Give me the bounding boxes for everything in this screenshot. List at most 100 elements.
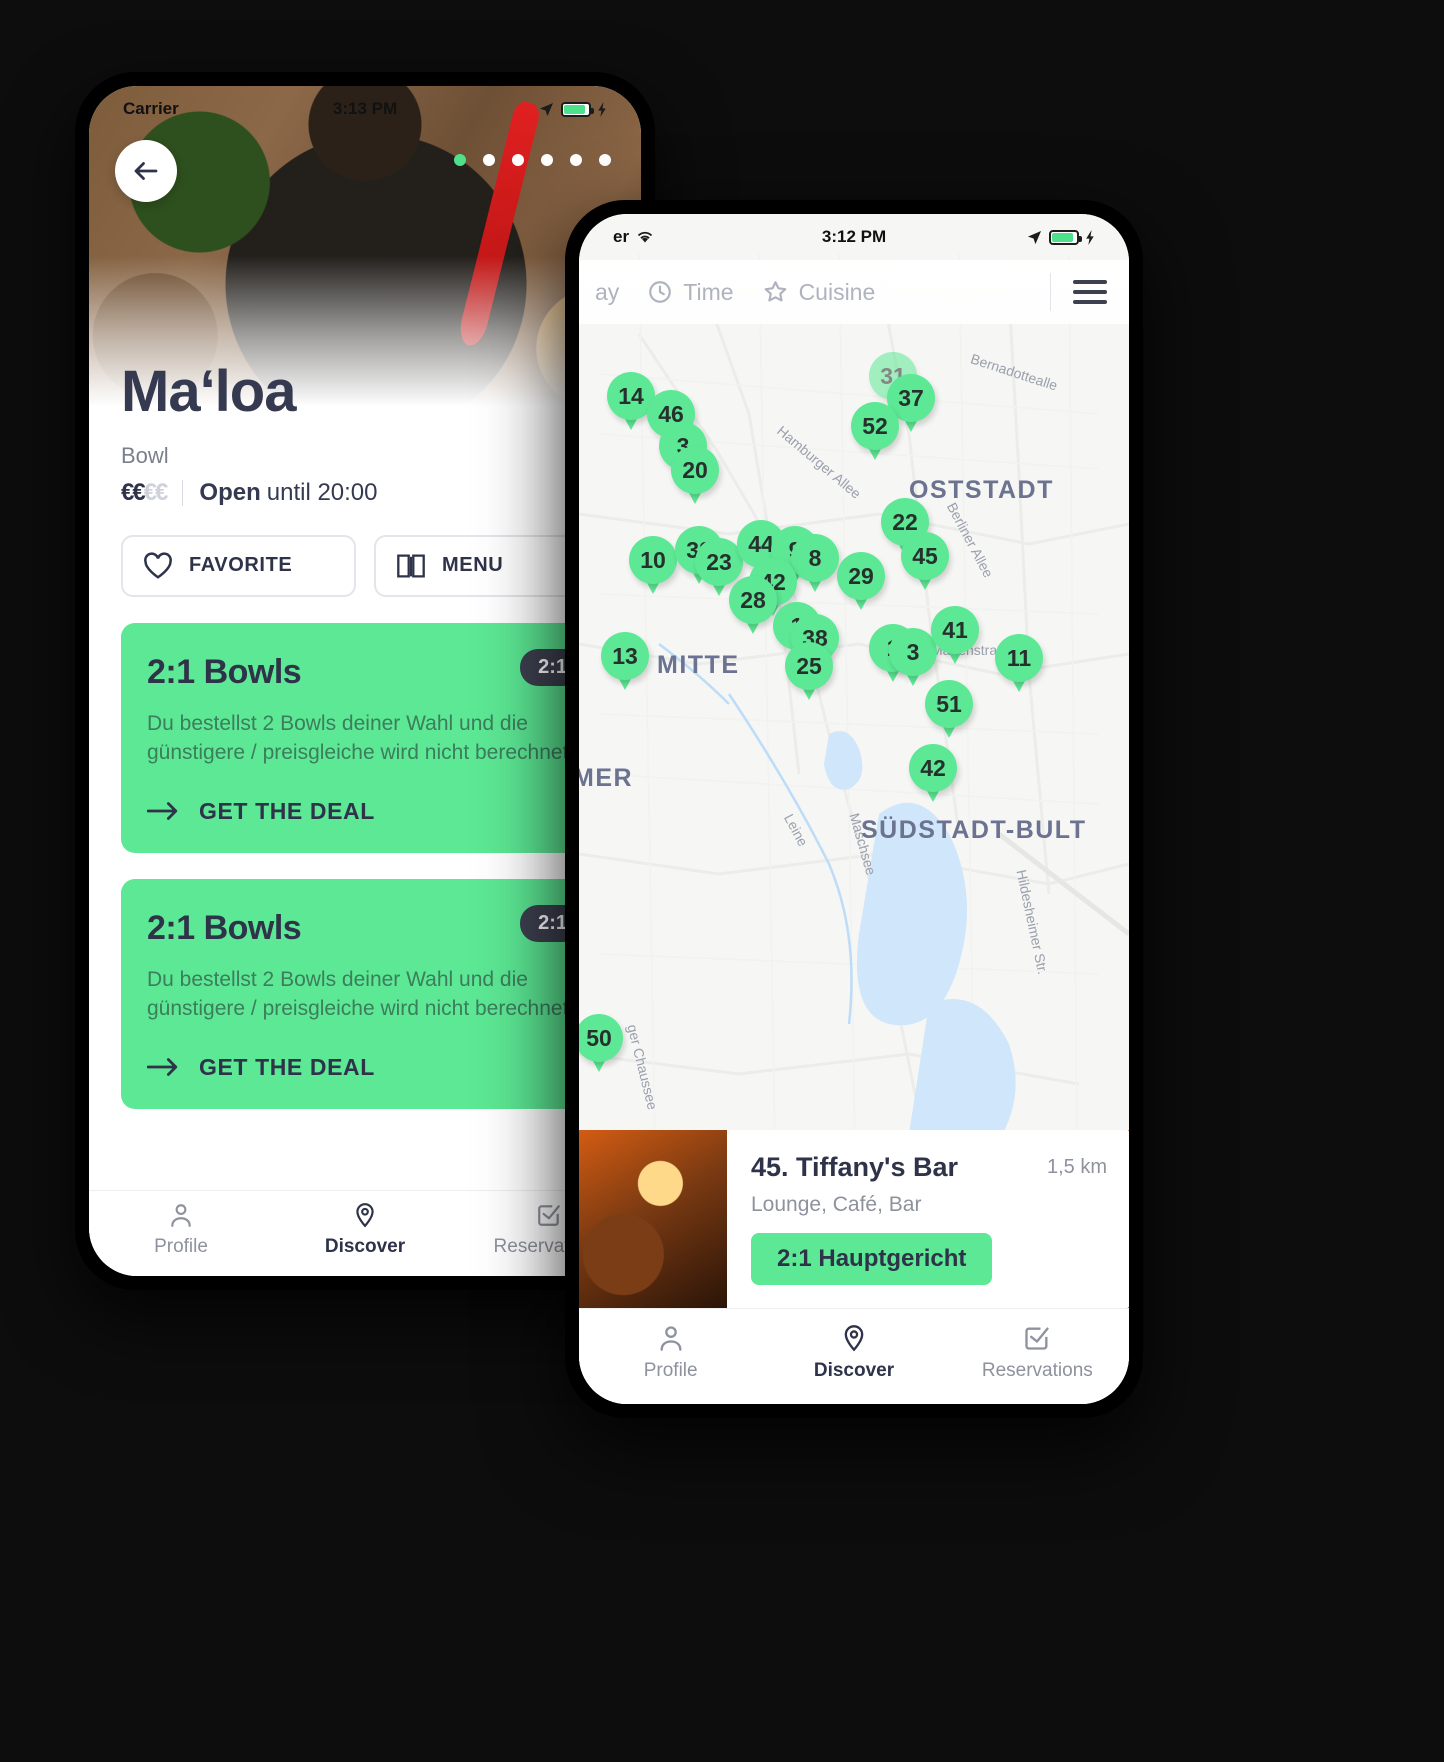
wifi-icon bbox=[637, 231, 653, 243]
phone-right-device: OSTSTADT MITTE SÜDSTADT-BULT MER Hamburg… bbox=[565, 200, 1143, 1418]
map-pin-label: 10 bbox=[629, 536, 677, 584]
map-pin[interactable]: 13 bbox=[601, 632, 649, 692]
map-pin-label: 25 bbox=[785, 642, 833, 690]
menu-label: MENU bbox=[442, 554, 504, 577]
map-label-oststadt: OSTSTADT bbox=[909, 476, 1054, 504]
phone-right-screen: OSTSTADT MITTE SÜDSTADT-BULT MER Hamburg… bbox=[579, 214, 1129, 1404]
status-time: 3:12 PM bbox=[821, 227, 887, 246]
screenshot-stage: Carrier 3:13 PM Ma‘loa Bowl €€ €€ Open u… bbox=[0, 0, 1444, 1762]
status-indicators bbox=[397, 101, 607, 117]
filter-cuisine[interactable]: Cuisine bbox=[762, 278, 876, 306]
tab-label-reservations: Reservations bbox=[981, 1359, 1093, 1381]
back-button[interactable] bbox=[115, 140, 177, 202]
place-thumbnail bbox=[579, 1130, 727, 1308]
map-pin-label: 42 bbox=[909, 744, 957, 792]
deal-card[interactable]: 2:1 Bowls 2:1 Du bestellst 2 Bowls deine… bbox=[121, 878, 609, 1109]
sidebar-item-profile[interactable]: Profile bbox=[89, 1202, 273, 1258]
meta-divider bbox=[182, 479, 184, 506]
deal-card[interactable]: 2:1 Bowls 2:1 Du bestellst 2 Bowls deine… bbox=[121, 622, 609, 853]
person-icon bbox=[171, 1203, 191, 1227]
map-pin-icon bbox=[844, 1324, 864, 1351]
price-level-empty: €€ bbox=[143, 478, 169, 506]
map-pin-label: 29 bbox=[837, 552, 885, 600]
restaurant-meta: €€ €€ Open until 20:00 bbox=[121, 479, 609, 507]
bolt-icon bbox=[598, 101, 606, 117]
get-the-deal-button[interactable]: GET THE DEAL bbox=[147, 1054, 583, 1081]
carousel-dot[interactable] bbox=[541, 154, 553, 166]
place-deal-badge[interactable]: 2:1 Hauptgericht bbox=[751, 1233, 993, 1285]
carousel-dot[interactable] bbox=[512, 154, 524, 166]
map-pin[interactable]: 50 bbox=[579, 1014, 623, 1074]
map-pin-label: 13 bbox=[601, 632, 649, 680]
tab-label-profile: Profile bbox=[643, 1359, 698, 1381]
map-pin[interactable]: 25 bbox=[785, 642, 833, 702]
carrier-label: er bbox=[613, 227, 630, 246]
restaurant-detail-panel: Ma‘loa Bowl €€ €€ Open until 20:00 FAVORI… bbox=[89, 359, 641, 1109]
get-the-deal-label: GET THE DEAL bbox=[199, 797, 375, 824]
tab-label-profile: Profile bbox=[154, 1235, 208, 1257]
deal-title: 2:1 Bowls bbox=[147, 652, 302, 691]
page-title: Ma‘loa bbox=[121, 359, 297, 424]
map-pin[interactable]: 10 bbox=[629, 536, 677, 596]
price-level-filled: €€ bbox=[121, 478, 146, 506]
checkbox-check-icon bbox=[1025, 1327, 1049, 1350]
map-pin[interactable]: 28 bbox=[729, 576, 777, 636]
carousel-dot[interactable] bbox=[570, 154, 582, 166]
favorite-button[interactable]: FAVORITE bbox=[121, 534, 356, 597]
map-pin[interactable]: 20 bbox=[671, 446, 719, 506]
filter-cuisine-label: Cuisine bbox=[798, 278, 876, 305]
map-pin[interactable]: 29 bbox=[837, 552, 885, 612]
arrow-left-icon bbox=[134, 162, 158, 180]
map-label-mer: MER bbox=[579, 764, 634, 792]
map-label-suedstadt-bult: SÜDSTADT-BULT bbox=[861, 816, 1087, 844]
map-pin[interactable]: 8 bbox=[791, 534, 839, 594]
clock-icon bbox=[649, 281, 672, 303]
sidebar-item-discover[interactable]: Discover bbox=[273, 1202, 457, 1258]
person-icon bbox=[660, 1325, 682, 1351]
open-hours: until 20:00 bbox=[266, 478, 378, 506]
map-pin[interactable]: 11 bbox=[995, 634, 1043, 694]
action-buttons-row: FAVORITE MENU bbox=[121, 534, 609, 597]
place-info: 45. Tiffany's Bar 1,5 km Lounge, Café, B… bbox=[727, 1130, 1129, 1308]
filter-day[interactable]: ay bbox=[595, 279, 619, 306]
map-pin-label: 28 bbox=[729, 576, 777, 624]
tab-label-discover: Discover bbox=[324, 1235, 406, 1257]
carrier-label: Carrier bbox=[123, 99, 179, 118]
map-pin-label: 52 bbox=[851, 402, 899, 450]
checkbox-check-icon bbox=[538, 1204, 560, 1226]
map-label-mitte: MITTE bbox=[657, 651, 740, 679]
star-icon bbox=[764, 281, 786, 302]
book-icon bbox=[397, 554, 425, 578]
arrow-right-icon bbox=[147, 1058, 178, 1077]
map-pin[interactable]: 41 bbox=[931, 606, 979, 666]
map-pin-label: 23 bbox=[695, 538, 743, 586]
map-pin[interactable]: 3 bbox=[889, 628, 937, 688]
location-arrow-icon bbox=[1027, 230, 1042, 244]
open-status-badge: Open bbox=[199, 478, 261, 506]
map-pin[interactable]: 42 bbox=[909, 744, 957, 804]
status-time: 3:13 PM bbox=[332, 99, 398, 118]
map-pin-label: 20 bbox=[671, 446, 719, 494]
get-the-deal-button[interactable]: GET THE DEAL bbox=[147, 798, 583, 825]
phone-left-screen: Carrier 3:13 PM Ma‘loa Bowl €€ €€ Open u… bbox=[89, 86, 641, 1276]
bolt-icon bbox=[1086, 229, 1094, 245]
status-carrier: Carrier bbox=[123, 99, 333, 119]
sidebar-item-profile[interactable]: Profile bbox=[579, 1324, 762, 1382]
sidebar-item-discover[interactable]: Discover bbox=[762, 1324, 945, 1382]
map-pin[interactable]: 45 bbox=[901, 532, 949, 592]
map-pin-icon bbox=[356, 1202, 374, 1227]
image-carousel-dots[interactable] bbox=[454, 154, 611, 166]
filter-time[interactable]: Time bbox=[647, 278, 734, 306]
selected-place-card[interactable]: 45. Tiffany's Bar 1,5 km Lounge, Café, B… bbox=[579, 1130, 1129, 1308]
map-pin[interactable]: 52 bbox=[851, 402, 899, 462]
list-icon[interactable] bbox=[1073, 280, 1107, 304]
carousel-dot[interactable] bbox=[483, 154, 495, 166]
carousel-dot[interactable] bbox=[599, 154, 611, 166]
tab-label-discover: Discover bbox=[813, 1359, 895, 1381]
status-indicators bbox=[886, 229, 1095, 245]
filter-time-label: Time bbox=[683, 278, 734, 305]
map-pin[interactable]: 51 bbox=[925, 680, 973, 740]
map-pin-label: 8 bbox=[791, 534, 839, 582]
carousel-dot-active[interactable] bbox=[454, 154, 466, 166]
sidebar-item-reservations[interactable]: Reservations bbox=[946, 1324, 1129, 1382]
